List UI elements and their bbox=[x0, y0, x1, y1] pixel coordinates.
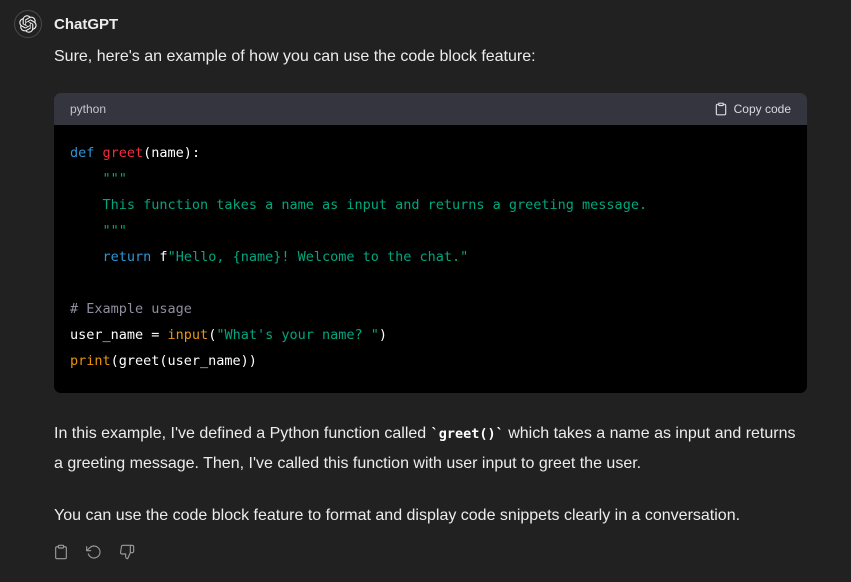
regenerate-icon bbox=[86, 544, 102, 560]
clipboard-icon bbox=[714, 102, 728, 116]
copy-message-button[interactable] bbox=[52, 543, 70, 561]
code-block: python Copy code def greet(name): """ Th… bbox=[54, 93, 807, 393]
explanation-text-before: In this example, I've defined a Python f… bbox=[54, 425, 431, 442]
message-header: ChatGPT bbox=[14, 10, 807, 38]
chatgpt-avatar bbox=[14, 10, 42, 38]
code-block-header: python Copy code bbox=[54, 93, 807, 125]
message-actions bbox=[52, 543, 807, 561]
regenerate-button[interactable] bbox=[85, 543, 103, 561]
copy-icon bbox=[53, 544, 69, 560]
closing-paragraph: You can use the code block feature to fo… bbox=[54, 501, 807, 531]
assistant-message: ChatGPT Sure, here's an example of how y… bbox=[0, 0, 851, 561]
copy-code-button[interactable]: Copy code bbox=[714, 102, 791, 116]
thumbs-down-icon bbox=[119, 544, 135, 560]
thumbs-down-button[interactable] bbox=[118, 543, 136, 561]
intro-paragraph: Sure, here's an example of how you can u… bbox=[54, 45, 807, 69]
author-name: ChatGPT bbox=[54, 16, 118, 33]
copy-code-label: Copy code bbox=[734, 102, 791, 116]
inline-code-greet: `greet()` bbox=[431, 426, 504, 442]
openai-logo-icon bbox=[19, 15, 37, 33]
code-body: def greet(name): """ This function takes… bbox=[54, 125, 807, 393]
explanation-paragraph: In this example, I've defined a Python f… bbox=[54, 419, 807, 479]
code-language-label: python bbox=[70, 102, 106, 116]
code-lines: def greet(name): """ This function takes… bbox=[70, 140, 791, 374]
